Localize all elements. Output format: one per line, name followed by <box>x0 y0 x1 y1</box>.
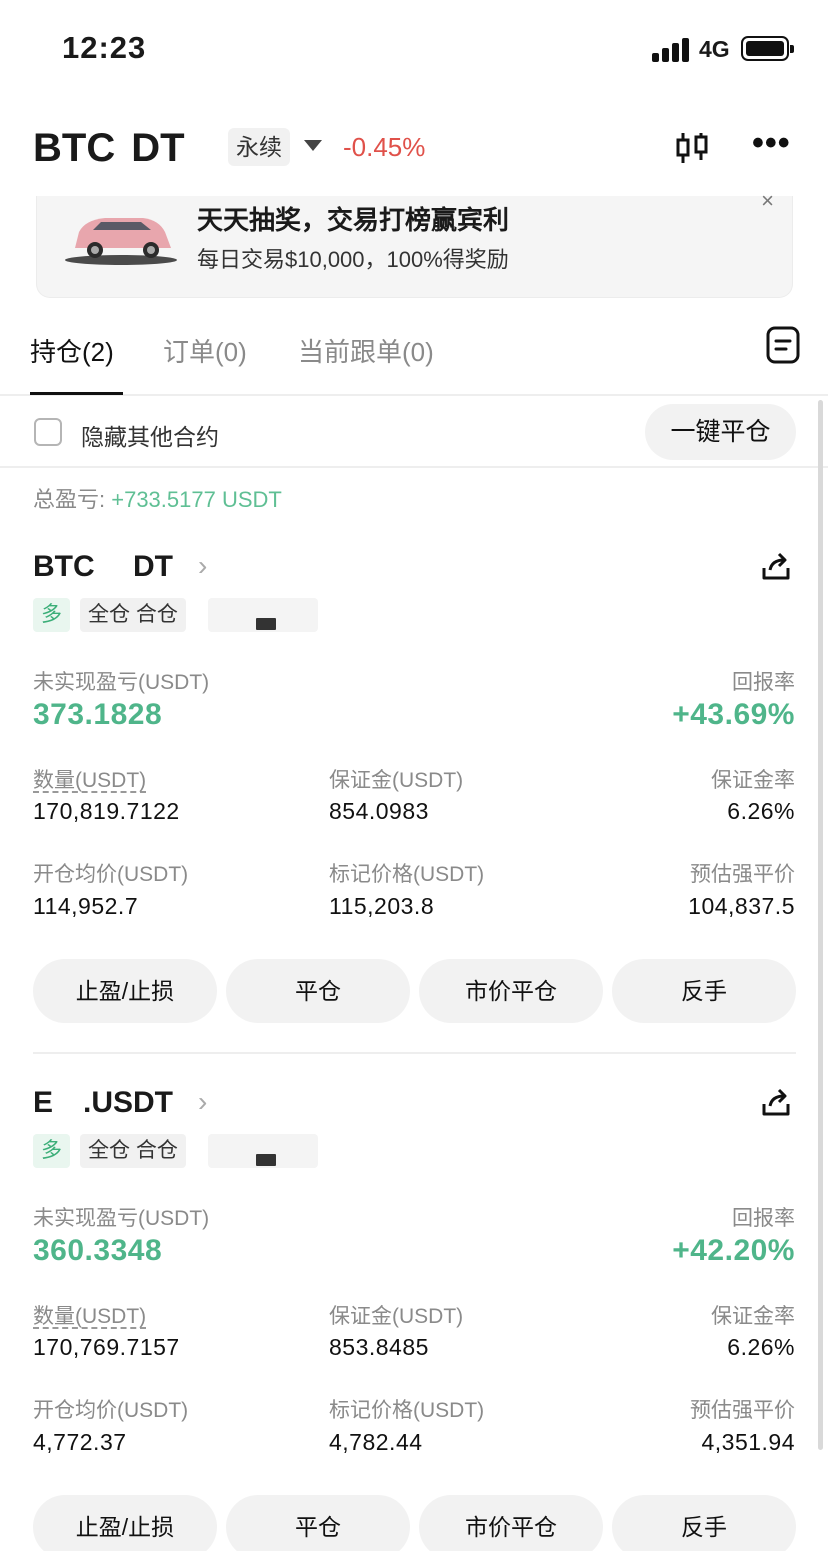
car-image <box>65 218 177 265</box>
quantity-value: 170,769.7157 <box>33 1334 180 1360</box>
share-icon[interactable] <box>760 550 792 582</box>
liquidation-price-value: 104,837.5 <box>688 893 795 919</box>
document-icon[interactable] <box>766 326 800 364</box>
entry-price-value: 114,952.7 <box>33 893 139 919</box>
roe-value: +43.69% <box>672 698 795 731</box>
side-tag: 多 <box>33 1134 70 1168</box>
entry-price-label: 开仓均价(USDT) <box>33 1399 189 1422</box>
close-position-button[interactable]: 平仓 <box>226 959 410 1023</box>
status-time: 12:23 <box>62 30 147 65</box>
battery-icon <box>741 36 794 61</box>
more-icon[interactable]: ••• <box>752 126 792 162</box>
reverse-position-button[interactable]: 反手 <box>612 1495 796 1551</box>
close-position-button[interactable]: 平仓 <box>226 1495 410 1551</box>
unrealized-pnl-label: 未实现盈亏(USDT) <box>33 671 210 694</box>
checkbox-icon[interactable] <box>34 418 62 446</box>
divider <box>33 1052 796 1054</box>
status-bar: 12:23 4G <box>0 0 828 100</box>
filter-row: 隐藏其他合约 一键平仓 <box>0 396 828 468</box>
position-symbol[interactable]: E .USDT <box>33 1086 173 1120</box>
close-icon[interactable]: × <box>761 188 774 214</box>
tab-positions[interactable]: 持仓(2) <box>30 332 114 369</box>
roe-label: 回报率 <box>732 1207 795 1230</box>
mark-price-value: 4,782.44 <box>329 1429 423 1455</box>
promo-banner[interactable]: 天天抽奖，交易打榜赢宾利 每日交易$10,000，100%得奖励 × <box>36 188 793 298</box>
contract-type-badge[interactable]: 永续 <box>228 128 290 166</box>
position-symbol[interactable]: BTC DT <box>33 550 173 584</box>
quantity-label[interactable]: 数量(USDT) <box>33 764 146 794</box>
entry-price-label: 开仓均价(USDT) <box>33 863 189 886</box>
market-close-button[interactable]: 市价平仓 <box>419 959 603 1023</box>
price-change: -0.45% <box>343 132 426 162</box>
total-pnl-label: 总盈亏: <box>33 487 112 512</box>
total-pnl: 总盈亏: +733.5177 USDT <box>33 482 282 514</box>
share-icon[interactable] <box>760 1086 792 1118</box>
margin-ratio-label: 保证金率 <box>711 769 795 792</box>
position-actions: 止盈/止损 平仓 市价平仓 反手 <box>0 1495 828 1551</box>
unrealized-pnl-label: 未实现盈亏(USDT) <box>33 1207 210 1230</box>
mark-price-value: 115,203.8 <box>329 893 435 919</box>
margin-ratio-value: 6.26% <box>727 798 795 824</box>
margin-mode-tag: 全仓 合仓 <box>80 598 186 632</box>
roe-value: +42.20% <box>672 1234 795 1267</box>
liquidation-price-value: 4,351.94 <box>701 1429 795 1455</box>
hide-other-contracts-label[interactable]: 隐藏其他合约 <box>81 418 219 452</box>
margin-ratio-value: 6.26% <box>727 1334 795 1360</box>
close-all-button[interactable]: 一键平仓 <box>645 404 796 460</box>
margin-mode-tag: 全仓 合仓 <box>80 1134 186 1168</box>
tp-sl-button[interactable]: 止盈/止损 <box>33 959 217 1023</box>
chevron-right-icon[interactable]: › <box>198 550 207 582</box>
margin-value: 854.0983 <box>329 798 429 824</box>
caret-down-icon[interactable] <box>304 140 322 151</box>
position-card: BTC DT › 多 全仓 合仓 未实现盈亏(USDT) 373.1828 回报… <box>0 550 828 1070</box>
position-tabs: 持仓(2) 订单(0) 当前跟单(0) <box>0 318 828 396</box>
mark-price-label: 标记价格(USDT) <box>329 863 485 886</box>
tab-orders[interactable]: 订单(0) <box>163 332 247 369</box>
roe-label: 回报率 <box>732 671 795 694</box>
contract-symbol[interactable]: BTC DT <box>33 126 185 171</box>
position-actions: 止盈/止损 平仓 市价平仓 反手 <box>0 959 828 1023</box>
market-close-button[interactable]: 市价平仓 <box>419 1495 603 1551</box>
margin-label: 保证金(USDT) <box>329 769 464 792</box>
signal-icon <box>652 38 692 62</box>
margin-ratio-label: 保证金率 <box>711 1305 795 1328</box>
active-tab-indicator <box>30 392 123 395</box>
liquidation-price-label: 预估强平价 <box>690 863 795 886</box>
entry-price-value: 4,772.37 <box>33 1429 127 1455</box>
mark-price-label: 标记价格(USDT) <box>329 1399 485 1422</box>
candlestick-icon[interactable] <box>674 130 710 166</box>
banner-title: 天天抽奖，交易打榜赢宾利 <box>197 205 510 235</box>
reverse-position-button[interactable]: 反手 <box>612 959 796 1023</box>
scrollbar[interactable] <box>818 400 823 1450</box>
side-tag: 多 <box>33 598 70 632</box>
contract-header: BTC DT 永续 -0.45% ••• <box>0 118 828 182</box>
leverage-tag-redacted <box>208 598 318 632</box>
unrealized-pnl-value: 373.1828 <box>33 698 163 731</box>
unrealized-pnl-value: 360.3348 <box>33 1234 163 1267</box>
network-type: 4G <box>699 36 730 62</box>
leverage-tag-redacted <box>208 1134 318 1168</box>
liquidation-price-label: 预估强平价 <box>690 1399 795 1422</box>
quantity-label[interactable]: 数量(USDT) <box>33 1300 146 1330</box>
chevron-right-icon[interactable]: › <box>198 1086 207 1118</box>
tp-sl-button[interactable]: 止盈/止损 <box>33 1495 217 1551</box>
position-card: E .USDT › 多 全仓 合仓 未实现盈亏(USDT) 360.3348 回… <box>0 1086 828 1551</box>
margin-value: 853.8485 <box>329 1334 429 1360</box>
banner-subtitle: 每日交易$10,000，100%得奖励 <box>197 247 509 272</box>
tab-copy-trades[interactable]: 当前跟单(0) <box>298 332 434 369</box>
total-pnl-value: +733.5177 USDT <box>111 487 282 512</box>
quantity-value: 170,819.7122 <box>33 798 180 824</box>
margin-label: 保证金(USDT) <box>329 1305 464 1328</box>
